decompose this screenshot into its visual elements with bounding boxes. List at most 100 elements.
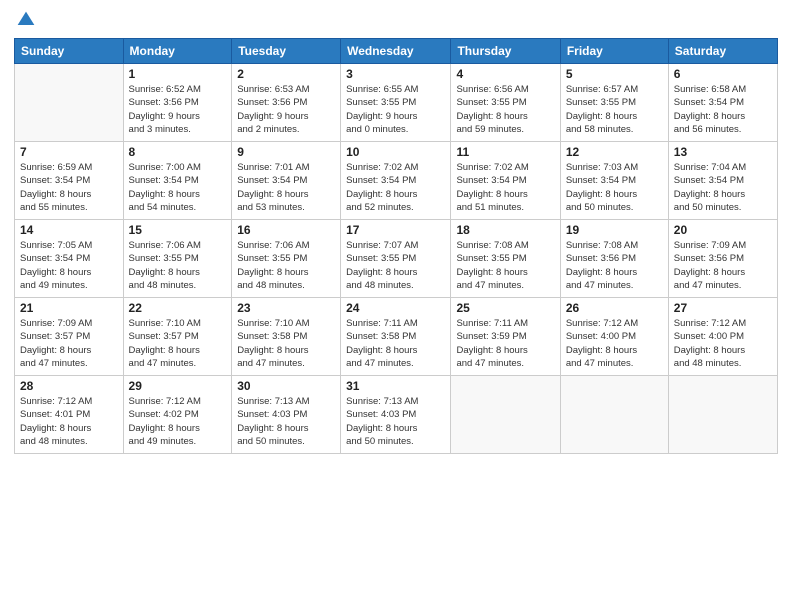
day-info: Sunrise: 7:02 AM Sunset: 3:54 PM Dayligh… [346,161,445,214]
day-number: 26 [566,301,663,315]
calendar-cell [668,376,777,454]
day-info: Sunrise: 7:05 AM Sunset: 3:54 PM Dayligh… [20,239,118,292]
week-row-2: 7 Sunrise: 6:59 AM Sunset: 3:54 PM Daylig… [15,142,778,220]
day-info: Sunrise: 7:07 AM Sunset: 3:55 PM Dayligh… [346,239,445,292]
calendar-cell: 23 Sunrise: 7:10 AM Sunset: 3:58 PM Dayli… [232,298,341,376]
day-number: 2 [237,67,335,81]
calendar-cell: 26 Sunrise: 7:12 AM Sunset: 4:00 PM Dayli… [560,298,668,376]
day-number: 9 [237,145,335,159]
calendar-cell: 18 Sunrise: 7:08 AM Sunset: 3:55 PM Dayli… [451,220,560,298]
calendar-cell: 19Sunrise: 7:08 AM Sunset: 3:56 PM Dayli… [560,220,668,298]
week-row-3: 14 Sunrise: 7:05 AM Sunset: 3:54 PM Dayli… [15,220,778,298]
day-info: Sunrise: 6:59 AM Sunset: 3:54 PM Dayligh… [20,161,118,214]
day-number: 23 [237,301,335,315]
day-info: Sunrise: 7:10 AM Sunset: 3:58 PM Dayligh… [237,317,335,370]
calendar-cell: 29Sunrise: 7:12 AM Sunset: 4:02 PM Dayli… [123,376,232,454]
calendar-cell: 9 Sunrise: 7:01 AM Sunset: 3:54 PM Daylig… [232,142,341,220]
day-info: Sunrise: 6:56 AM Sunset: 3:55 PM Dayligh… [456,83,554,136]
day-number: 20 [674,223,772,237]
day-number: 12 [566,145,663,159]
day-info: Sunrise: 7:12 AM Sunset: 4:01 PM Dayligh… [20,395,118,448]
day-number: 1 [129,67,227,81]
weekday-header-wednesday: Wednesday [341,39,451,64]
day-number: 15 [129,223,227,237]
calendar-cell: 3 Sunrise: 6:55 AM Sunset: 3:55 PM Daylig… [341,64,451,142]
calendar-cell: 30 Sunrise: 7:13 AM Sunset: 4:03 PM Dayli… [232,376,341,454]
header [14,10,778,30]
day-number: 16 [237,223,335,237]
day-info: Sunrise: 7:12 AM Sunset: 4:00 PM Dayligh… [566,317,663,370]
weekday-header-monday: Monday [123,39,232,64]
calendar-cell [451,376,560,454]
calendar-cell: 4 Sunrise: 6:56 AM Sunset: 3:55 PM Daylig… [451,64,560,142]
day-info: Sunrise: 7:00 AM Sunset: 3:54 PM Dayligh… [129,161,227,214]
day-number: 8 [129,145,227,159]
day-number: 7 [20,145,118,159]
day-info: Sunrise: 7:08 AM Sunset: 3:55 PM Dayligh… [456,239,554,292]
weekday-header-sunday: Sunday [15,39,124,64]
day-number: 22 [129,301,227,315]
day-number: 4 [456,67,554,81]
day-info: Sunrise: 7:04 AM Sunset: 3:54 PM Dayligh… [674,161,772,214]
calendar-cell: 6Sunrise: 6:58 AM Sunset: 3:54 PM Daylig… [668,64,777,142]
day-number: 5 [566,67,663,81]
calendar-cell: 22 Sunrise: 7:10 AM Sunset: 3:57 PM Dayli… [123,298,232,376]
day-number: 11 [456,145,554,159]
day-number: 3 [346,67,445,81]
day-info: Sunrise: 7:12 AM Sunset: 4:00 PM Dayligh… [674,317,772,370]
week-row-4: 21 Sunrise: 7:09 AM Sunset: 3:57 PM Dayli… [15,298,778,376]
day-info: Sunrise: 7:09 AM Sunset: 3:56 PM Dayligh… [674,239,772,292]
day-info: Sunrise: 7:09 AM Sunset: 3:57 PM Dayligh… [20,317,118,370]
calendar-cell: 27 Sunrise: 7:12 AM Sunset: 4:00 PM Dayli… [668,298,777,376]
day-number: 28 [20,379,118,393]
day-info: Sunrise: 7:01 AM Sunset: 3:54 PM Dayligh… [237,161,335,214]
calendar-cell: 11 Sunrise: 7:02 AM Sunset: 3:54 PM Dayli… [451,142,560,220]
day-number: 31 [346,379,445,393]
calendar-cell: 13Sunrise: 7:04 AM Sunset: 3:54 PM Dayli… [668,142,777,220]
day-number: 27 [674,301,772,315]
calendar-cell: 21 Sunrise: 7:09 AM Sunset: 3:57 PM Dayli… [15,298,124,376]
weekday-header-row: SundayMondayTuesdayWednesdayThursdayFrid… [15,39,778,64]
calendar-cell: 17Sunrise: 7:07 AM Sunset: 3:55 PM Dayli… [341,220,451,298]
week-row-5: 28 Sunrise: 7:12 AM Sunset: 4:01 PM Dayli… [15,376,778,454]
calendar-cell: 31 Sunrise: 7:13 AM Sunset: 4:03 PM Dayli… [341,376,451,454]
calendar-cell: 12 Sunrise: 7:03 AM Sunset: 3:54 PM Dayli… [560,142,668,220]
day-number: 14 [20,223,118,237]
weekday-header-tuesday: Tuesday [232,39,341,64]
day-info: Sunrise: 7:06 AM Sunset: 3:55 PM Dayligh… [237,239,335,292]
logo-icon [16,10,36,30]
calendar-table: SundayMondayTuesdayWednesdayThursdayFrid… [14,38,778,454]
day-number: 6 [674,67,772,81]
calendar-cell: 20 Sunrise: 7:09 AM Sunset: 3:56 PM Dayli… [668,220,777,298]
calendar-cell: 28 Sunrise: 7:12 AM Sunset: 4:01 PM Dayli… [15,376,124,454]
day-number: 21 [20,301,118,315]
weekday-header-friday: Friday [560,39,668,64]
day-number: 30 [237,379,335,393]
day-info: Sunrise: 7:13 AM Sunset: 4:03 PM Dayligh… [346,395,445,448]
calendar-cell [560,376,668,454]
day-info: Sunrise: 7:06 AM Sunset: 3:55 PM Dayligh… [129,239,227,292]
day-number: 29 [129,379,227,393]
day-info: Sunrise: 7:02 AM Sunset: 3:54 PM Dayligh… [456,161,554,214]
day-info: Sunrise: 6:55 AM Sunset: 3:55 PM Dayligh… [346,83,445,136]
logo [14,10,36,30]
day-info: Sunrise: 7:13 AM Sunset: 4:03 PM Dayligh… [237,395,335,448]
calendar-cell: 8 Sunrise: 7:00 AM Sunset: 3:54 PM Daylig… [123,142,232,220]
day-number: 10 [346,145,445,159]
day-info: Sunrise: 7:08 AM Sunset: 3:56 PM Dayligh… [566,239,663,292]
calendar-cell: 2Sunrise: 6:53 AM Sunset: 3:56 PM Daylig… [232,64,341,142]
calendar-cell: 1 Sunrise: 6:52 AM Sunset: 3:56 PM Daylig… [123,64,232,142]
day-number: 18 [456,223,554,237]
calendar-cell: 5Sunrise: 6:57 AM Sunset: 3:55 PM Daylig… [560,64,668,142]
calendar-cell: 10 Sunrise: 7:02 AM Sunset: 3:54 PM Dayli… [341,142,451,220]
calendar-cell: 16 Sunrise: 7:06 AM Sunset: 3:55 PM Dayli… [232,220,341,298]
day-info: Sunrise: 7:11 AM Sunset: 3:58 PM Dayligh… [346,317,445,370]
calendar-cell: 15 Sunrise: 7:06 AM Sunset: 3:55 PM Dayli… [123,220,232,298]
day-info: Sunrise: 6:52 AM Sunset: 3:56 PM Dayligh… [129,83,227,136]
day-info: Sunrise: 7:11 AM Sunset: 3:59 PM Dayligh… [456,317,554,370]
day-info: Sunrise: 7:03 AM Sunset: 3:54 PM Dayligh… [566,161,663,214]
weekday-header-saturday: Saturday [668,39,777,64]
calendar-cell [15,64,124,142]
day-info: Sunrise: 7:10 AM Sunset: 3:57 PM Dayligh… [129,317,227,370]
calendar-cell: 25Sunrise: 7:11 AM Sunset: 3:59 PM Dayli… [451,298,560,376]
